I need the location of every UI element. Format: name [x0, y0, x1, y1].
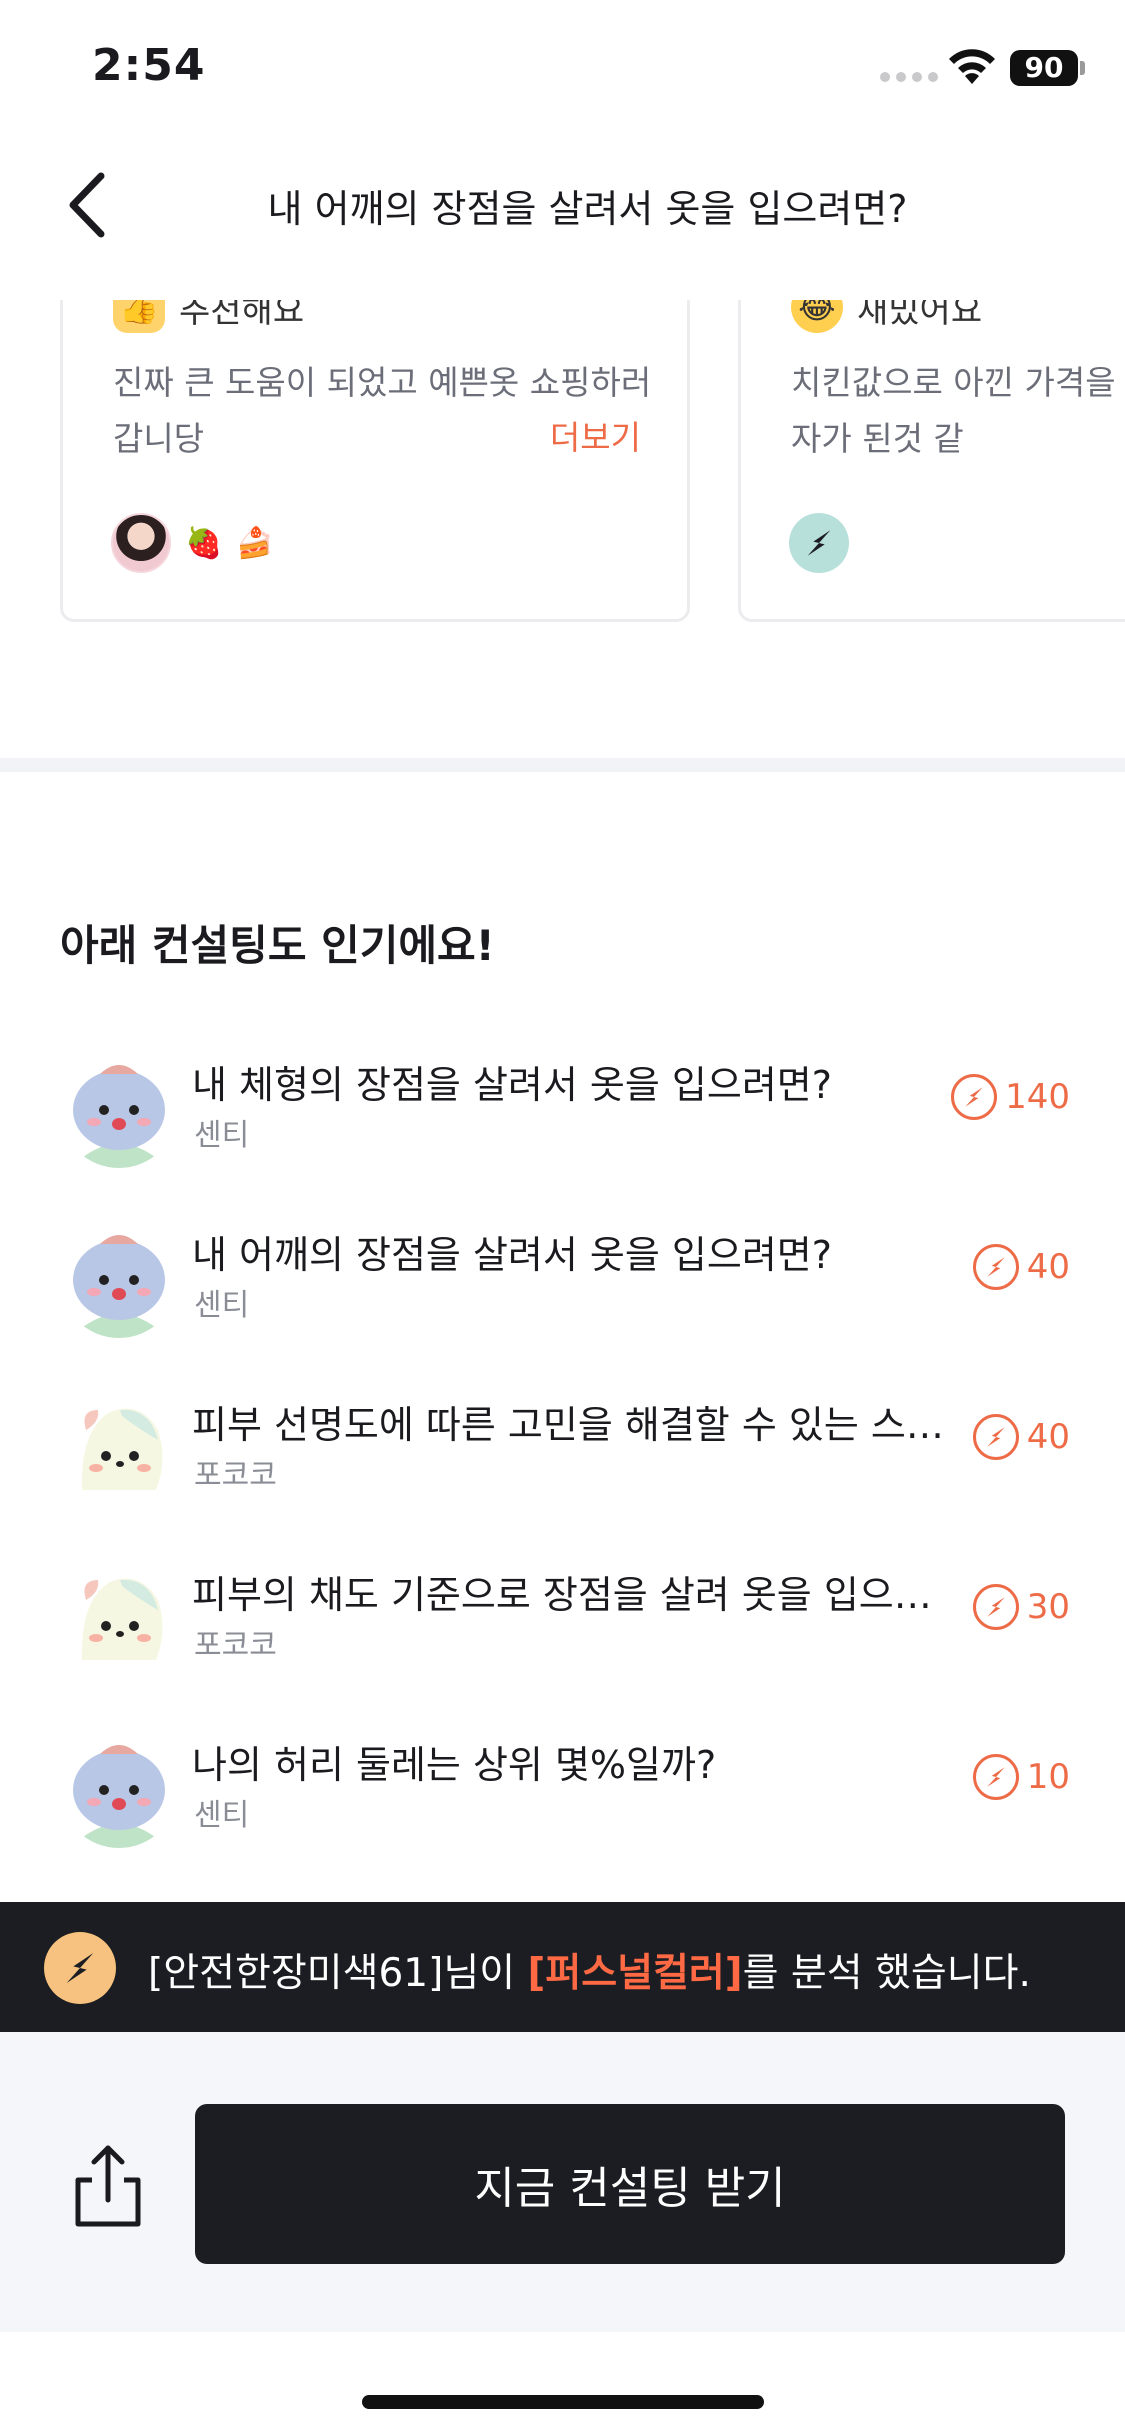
- thumbs-up-icon: 👍: [113, 300, 165, 333]
- senti-character-avatar: [60, 1220, 178, 1338]
- review-reactions: 🍓 🍰: [111, 513, 274, 573]
- list-item[interactable]: 내 어깨의 장점을 살려서 옷을 입으려면? 센티 40: [60, 1210, 1070, 1360]
- activity-user: [안전한장미색61]님이: [148, 1951, 528, 1996]
- wifi-icon: [949, 49, 995, 84]
- count-value: 30: [1026, 1587, 1070, 1627]
- cellular-signal-icon: [880, 72, 938, 82]
- activity-category: [퍼스널컬러]: [527, 1951, 743, 1996]
- item-count: 140: [951, 1074, 1070, 1120]
- item-count: 40: [972, 1414, 1070, 1460]
- review-tag: 👍 추천해요: [113, 300, 304, 333]
- item-title: 내 어깨의 장점을 살려서 옷을 입으려면?: [192, 1233, 832, 1277]
- more-link[interactable]: 더보기: [550, 411, 641, 459]
- avatar: [111, 513, 171, 573]
- bolt-icon: [972, 1414, 1019, 1460]
- bolt-icon: [972, 1584, 1019, 1630]
- strawberry-icon: 🍓: [185, 525, 223, 561]
- review-tag-label: 재밌어요: [857, 300, 983, 331]
- activity-text: [안전한장미색61]님이 [퍼스널컬러]를 분석 했습니다.: [148, 1942, 1031, 1998]
- item-author: 센티: [194, 1288, 250, 1323]
- status-time: 2:54: [92, 40, 206, 91]
- chevron-left-icon: [69, 172, 105, 238]
- home-indicator[interactable]: [362, 2395, 764, 2409]
- item-author: 포코코: [194, 1458, 277, 1493]
- count-value: 40: [1026, 1417, 1070, 1457]
- review-reactions: [789, 513, 849, 573]
- pokoko-character-avatar: [60, 1390, 178, 1508]
- senti-character-avatar: [60, 1050, 178, 1168]
- activity-suffix: 를 분석 했습니다.: [742, 1951, 1031, 1996]
- item-title: 피부의 채도 기준으로 장점을 살려 옷을 입으…: [192, 1573, 932, 1617]
- list-item[interactable]: 피부의 채도 기준으로 장점을 살려 옷을 입으… 포코코 30: [60, 1550, 1070, 1700]
- item-count: 40: [972, 1244, 1070, 1290]
- senti-character-avatar: [60, 1730, 178, 1848]
- item-author: 포코코: [194, 1628, 277, 1663]
- share-button[interactable]: [70, 2142, 146, 2230]
- review-card[interactable]: 👍 추천해요 진짜 큰 도움이 되었고 예쁜옷 쇼핑하러갑니당 더보기 🍓 🍰: [60, 300, 690, 622]
- battery-tip: [1080, 61, 1085, 75]
- item-count: 10: [972, 1754, 1070, 1800]
- battery-icon: 90: [1010, 50, 1078, 86]
- start-consulting-button[interactable]: 지금 컨설팅 받기: [195, 2104, 1065, 2264]
- review-carousel[interactable]: 👍 추천해요 진짜 큰 도움이 되었고 예쁜옷 쇼핑하러갑니당 더보기 🍓 🍰 …: [0, 300, 1125, 625]
- item-title: 피부 선명도에 따른 고민을 해결할 수 있는 스…: [192, 1403, 944, 1447]
- section-title: 아래 컨설팅도 인기에요!: [60, 921, 495, 970]
- activity-banner: [안전한장미색61]님이 [퍼스널컬러]를 분석 했습니다.: [0, 1902, 1125, 2032]
- pokoko-character-avatar: [60, 1560, 178, 1678]
- bolt-icon: [789, 513, 849, 573]
- review-text: 치킨값으로 아낀 가격을 해 똑똑한 소비자가 된것 같: [791, 363, 1125, 458]
- bottom-action-bar: 지금 컨설팅 받기: [0, 2032, 1125, 2332]
- review-tag-label: 추천해요: [179, 300, 305, 331]
- share-icon: [75, 2145, 141, 2227]
- list-item[interactable]: 피부 선명도에 따른 고민을 해결할 수 있는 스… 포코코 40: [60, 1380, 1070, 1530]
- review-tag: 😂 재밌어요: [791, 300, 982, 333]
- item-author: 센티: [194, 1798, 250, 1833]
- cake-icon: 🍰: [236, 525, 274, 561]
- item-count: 30: [972, 1584, 1070, 1630]
- bolt-icon: [972, 1244, 1019, 1290]
- back-button[interactable]: [52, 168, 122, 242]
- list-item[interactable]: 나의 허리 둘레는 상위 몇%일까? 센티 10: [60, 1720, 1070, 1870]
- item-title: 나의 허리 둘레는 상위 몇%일까?: [192, 1743, 717, 1787]
- nav-bar: 내 어깨의 장점을 살려서 옷을 입으려면?: [0, 150, 1125, 260]
- bolt-icon: [951, 1074, 998, 1120]
- review-card[interactable]: 😂 재밌어요 치킨값으로 아낀 가격을 해 똑똑한 소비자가 된것 같: [738, 300, 1125, 622]
- item-author: 센티: [194, 1118, 250, 1153]
- list-item[interactable]: 내 체형의 장점을 살려서 옷을 입으려면? 센티 140: [60, 1040, 1070, 1190]
- section-divider: [0, 758, 1125, 772]
- bolt-icon: [972, 1754, 1019, 1800]
- count-value: 10: [1026, 1757, 1070, 1797]
- count-value: 40: [1026, 1247, 1070, 1287]
- bolt-icon: [44, 1932, 116, 2004]
- status-bar: 2:54 90: [0, 0, 1125, 140]
- page-title: 내 어깨의 장점을 살려서 옷을 입으려면?: [267, 187, 908, 231]
- count-value: 140: [1005, 1077, 1070, 1117]
- item-title: 내 체형의 장점을 살려서 옷을 입으려면?: [192, 1063, 832, 1107]
- laughing-emoji-icon: 😂: [791, 300, 843, 333]
